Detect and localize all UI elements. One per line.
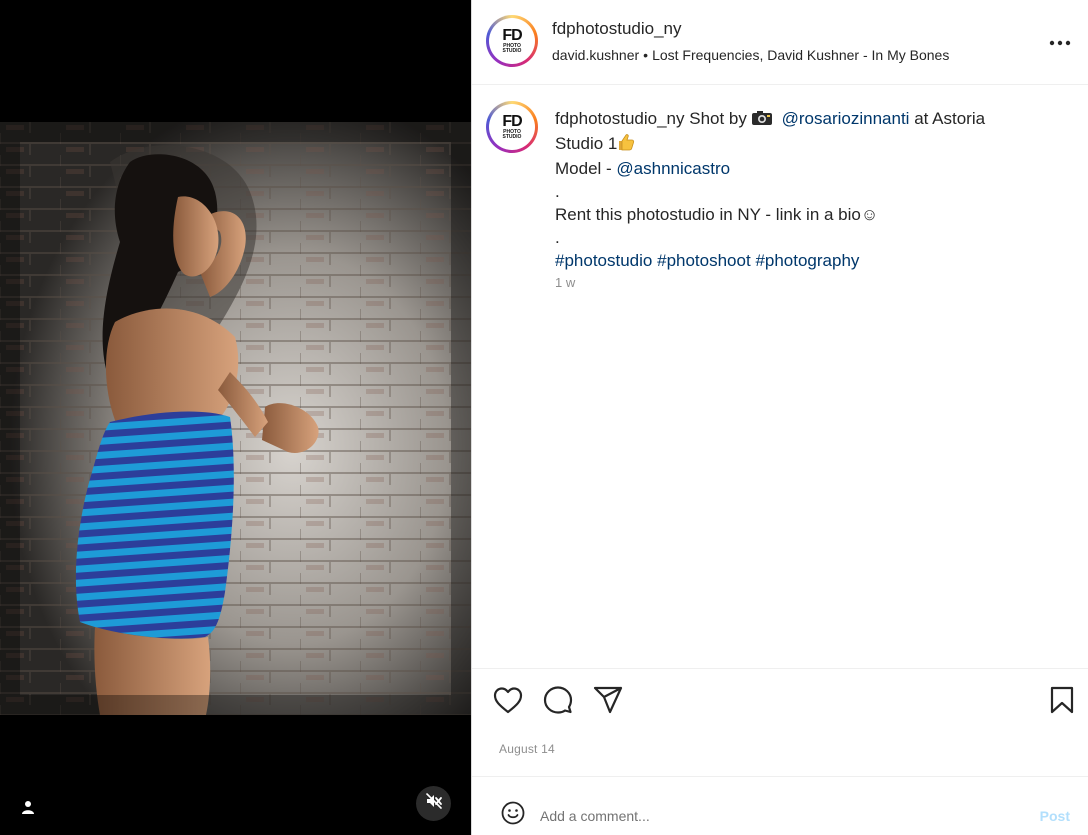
thumbs-up-emoji-icon (617, 133, 635, 157)
post-header: FD PHOTO STUDIO fdphotostudio_ny david.k… (472, 0, 1088, 85)
caption-avatar[interactable]: FD PHOTO STUDIO (486, 101, 538, 153)
audio-separator: • (643, 47, 649, 63)
save-button[interactable] (1046, 686, 1078, 718)
mute-toggle-button[interactable] (416, 786, 451, 821)
caption-dot-1: . (555, 182, 560, 201)
studio-logo: FD PHOTO STUDIO (492, 21, 532, 61)
camera-emoji-icon (751, 109, 773, 132)
studio-logo: FD PHOTO STUDIO (492, 107, 532, 147)
post-date-day: 14 (541, 742, 555, 756)
tagged-users-button[interactable] (13, 794, 43, 824)
emoji-smile-icon (501, 801, 525, 830)
hashtag-link[interactable]: #photostudio (555, 251, 652, 270)
comment-button[interactable] (542, 685, 574, 720)
model-mention-link[interactable]: @ashnnicastro (616, 159, 730, 178)
caption-model: Model - (555, 159, 612, 178)
post-media-pane[interactable] (0, 0, 471, 835)
more-horizontal-icon (1049, 33, 1071, 51)
volume-muted-icon (425, 792, 443, 815)
comment-input[interactable] (540, 805, 1010, 827)
like-button[interactable] (492, 686, 524, 718)
share-button[interactable] (592, 686, 624, 718)
caption-section: FD PHOTO STUDIO fdphotostudio_ny Shot by… (472, 86, 1088, 668)
caption-rent: Rent this photostudio in NY - link in a … (555, 205, 861, 224)
caption-time-ago[interactable]: 1 w (555, 275, 575, 290)
caption-dot-2: . (555, 228, 560, 247)
comment-icon (543, 685, 573, 720)
audio-track-link[interactable]: Lost Frequencies, David Kushner - In My … (652, 47, 949, 63)
audio-info: david.kushner • Lost Frequencies, David Ku… (552, 47, 949, 63)
user-tag-icon (21, 800, 35, 819)
photographer-mention-link[interactable]: @rosariozinnanti (782, 109, 910, 128)
post-actions: August 14 (472, 668, 1088, 776)
audio-artist-link[interactable]: david.kushner (552, 47, 639, 63)
hashtag-link[interactable]: #photoshoot (657, 251, 751, 270)
hashtag-link[interactable]: #photography (755, 251, 859, 270)
post-date[interactable]: August 14 (499, 742, 555, 756)
avatar[interactable]: FD PHOTO STUDIO (486, 15, 538, 67)
author-username[interactable]: fdphotostudio_ny (552, 19, 682, 39)
caption-shot-by: Shot by (689, 109, 747, 128)
comment-composer: Post (472, 776, 1088, 835)
post-date-month: August (499, 742, 538, 756)
post-photo-illustration (0, 122, 471, 715)
hashtag-list: #photostudio #photoshoot #photography (555, 249, 1035, 272)
post-photo[interactable] (0, 122, 471, 715)
caption-username[interactable]: fdphotostudio_ny (555, 109, 685, 128)
more-options-button[interactable] (1048, 30, 1072, 54)
share-icon (593, 686, 623, 719)
smile-char: ☺ (860, 205, 879, 224)
caption-text: fdphotostudio_ny Shot by @rosariozinnant… (555, 107, 1035, 272)
bookmark-icon (1050, 686, 1074, 719)
post-comment-button[interactable]: Post (1040, 808, 1070, 824)
emoji-picker-button[interactable] (500, 801, 526, 830)
heart-icon (493, 686, 523, 719)
